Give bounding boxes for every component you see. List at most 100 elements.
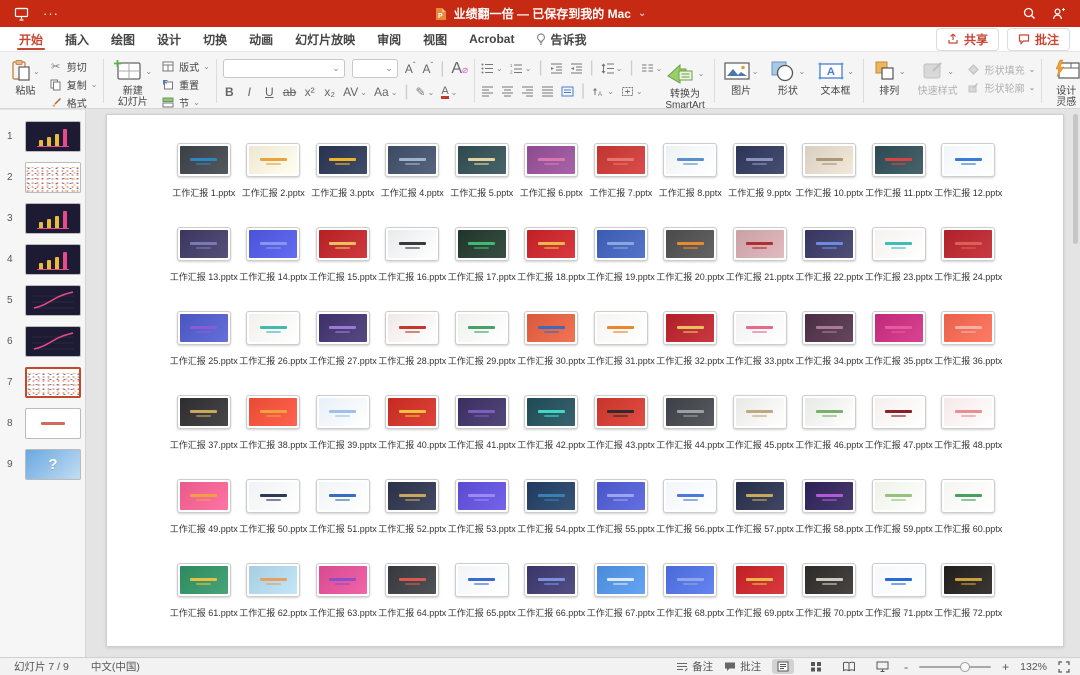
file-item[interactable]: 工作汇报 20.pptx [656, 227, 726, 311]
tab-绘图[interactable]: 绘图 [100, 27, 146, 51]
file-item[interactable]: 工作汇报 11.pptx [864, 143, 934, 227]
align-text-button[interactable]: ⌄ [621, 86, 643, 97]
file-item[interactable]: 工作汇报 50.pptx [239, 479, 309, 563]
reading-view-button[interactable] [838, 659, 860, 674]
tab-Acrobat[interactable]: Acrobat [458, 27, 525, 51]
numbering-button[interactable]: 1 2 ⌄ [510, 63, 532, 74]
distribute-text-button[interactable] [561, 86, 574, 97]
titlebar-overflow-menu[interactable]: ··· [43, 6, 59, 21]
file-item[interactable]: 工作汇报 46.pptx [795, 395, 865, 479]
shrink-font-button[interactable]: Aˇ [423, 61, 434, 76]
superscript-button[interactable]: x² [303, 85, 316, 99]
line-spacing-button[interactable]: ⌄ [601, 62, 622, 74]
file-item[interactable]: 工作汇报 28.pptx [378, 311, 448, 395]
file-item[interactable]: 工作汇报 8.pptx [656, 143, 726, 227]
insert-textbox-button[interactable]: A ⌄ 文本框 [814, 57, 857, 98]
slide-canvas[interactable]: 工作汇报 1.pptx 工作汇报 2.pptx 工作汇报 3.pptx 工作汇报 4.… [106, 114, 1064, 647]
slideshow-view-button[interactable] [871, 659, 893, 674]
search-icon[interactable] [1023, 7, 1036, 20]
file-item[interactable]: 工作汇报 35.pptx [864, 311, 934, 395]
insert-shapes-button[interactable]: ⌄ 形状 [767, 57, 808, 98]
file-item[interactable]: 工作汇报 30.pptx [517, 311, 587, 395]
tab-开始[interactable]: 开始 [8, 27, 54, 51]
italic-button[interactable]: I [243, 85, 256, 99]
arrange-button[interactable]: ⌄ 排列 [870, 57, 909, 98]
slide-thumb-row-4[interactable]: 4 [0, 239, 85, 280]
file-item[interactable]: 工作汇报 44.pptx [656, 395, 726, 479]
file-item[interactable]: 工作汇报 13.pptx [169, 227, 239, 311]
slide-thumbnail-7[interactable] [25, 367, 81, 398]
slide-thumb-row-1[interactable]: 1 [0, 116, 85, 157]
convert-to-smartart-button[interactable]: ⌄ 转换为 SmartArt [662, 59, 707, 112]
font-size-combobox[interactable]: ⌄ [351, 59, 398, 78]
file-item[interactable]: 工作汇报 65.pptx [447, 563, 517, 646]
file-item[interactable]: 工作汇报 68.pptx [656, 563, 726, 646]
file-item[interactable]: 工作汇报 71.pptx [864, 563, 934, 646]
file-item[interactable]: 工作汇报 62.pptx [239, 563, 309, 646]
file-item[interactable]: 工作汇报 53.pptx [447, 479, 517, 563]
file-item[interactable]: 工作汇报 27.pptx [308, 311, 378, 395]
file-item[interactable]: 工作汇报 61.pptx [169, 563, 239, 646]
grow-font-button[interactable]: Aˆ [405, 61, 416, 76]
font-color-button[interactable]: A ⌄ [441, 85, 457, 99]
file-item[interactable]: 工作汇报 16.pptx [378, 227, 448, 311]
paste-button[interactable]: ⌄ 粘贴 [8, 57, 43, 98]
change-case-button[interactable]: Aa ⌄ [374, 85, 397, 99]
comments-toggle[interactable]: 批注 [724, 659, 761, 674]
slide-thumb-row-8[interactable]: 8 [0, 403, 85, 444]
file-item[interactable]: 工作汇报 22.pptx [795, 227, 865, 311]
file-item[interactable]: 工作汇报 3.pptx [308, 143, 378, 227]
bullets-button[interactable]: ⌄ [481, 63, 503, 74]
file-item[interactable]: 工作汇报 26.pptx [239, 311, 309, 395]
character-spacing-button[interactable]: AV ⌄ [343, 85, 367, 99]
slide-thumbnail-1[interactable] [25, 121, 81, 152]
justify-button[interactable] [541, 86, 554, 97]
file-item[interactable]: 工作汇报 41.pptx [447, 395, 517, 479]
file-item[interactable]: 工作汇报 58.pptx [795, 479, 865, 563]
file-item[interactable]: 工作汇报 36.pptx [934, 311, 1004, 395]
file-item[interactable]: 工作汇报 66.pptx [517, 563, 587, 646]
file-item[interactable]: 工作汇报 43.pptx [586, 395, 656, 479]
file-item[interactable]: 工作汇报 59.pptx [864, 479, 934, 563]
share-button[interactable]: 共享 [935, 27, 999, 51]
file-item[interactable]: 工作汇报 31.pptx [586, 311, 656, 395]
file-item[interactable]: 工作汇报 34.pptx [795, 311, 865, 395]
file-item[interactable]: 工作汇报 14.pptx [239, 227, 309, 311]
normal-view-button[interactable] [772, 659, 795, 674]
share-user-icon[interactable] [1052, 7, 1066, 20]
file-item[interactable]: 工作汇报 48.pptx [934, 395, 1004, 479]
slide-sorter-view-button[interactable] [805, 659, 827, 674]
font-name-combobox[interactable]: ⌄ [222, 59, 345, 78]
file-item[interactable]: 工作汇报 57.pptx [725, 479, 795, 563]
slide-thumb-row-3[interactable]: 3 [0, 198, 85, 239]
file-item[interactable]: 工作汇报 15.pptx [308, 227, 378, 311]
text-direction-button[interactable]: A ⌄ [592, 86, 614, 97]
file-item[interactable]: 工作汇报 4.pptx [378, 143, 448, 227]
file-item[interactable]: 工作汇报 10.pptx [795, 143, 865, 227]
file-item[interactable]: 工作汇报 49.pptx [169, 479, 239, 563]
file-item[interactable]: 工作汇报 9.pptx [725, 143, 795, 227]
zoom-slider-thumb[interactable] [960, 661, 971, 672]
file-item[interactable]: 工作汇报 60.pptx [934, 479, 1004, 563]
tab-告诉我[interactable]: 告诉我 [525, 27, 597, 51]
comments-button[interactable]: 批注 [1006, 27, 1070, 51]
file-item[interactable]: 工作汇报 33.pptx [725, 311, 795, 395]
increase-indent-button[interactable] [570, 63, 583, 74]
text-highlight-button[interactable]: ✎ ⌄ [416, 85, 435, 99]
tab-动画[interactable]: 动画 [238, 27, 284, 51]
file-item[interactable]: 工作汇报 32.pptx [656, 311, 726, 395]
file-item[interactable]: 工作汇报 39.pptx [308, 395, 378, 479]
slide-thumbnail-3[interactable] [25, 203, 81, 234]
file-item[interactable]: 工作汇报 5.pptx [447, 143, 517, 227]
zoom-slider[interactable] [919, 661, 992, 672]
file-item[interactable]: 工作汇报 52.pptx [378, 479, 448, 563]
file-item[interactable]: 工作汇报 67.pptx [586, 563, 656, 646]
align-center-button[interactable] [501, 86, 514, 97]
file-item[interactable]: 工作汇报 37.pptx [169, 395, 239, 479]
slide-thumb-row-7[interactable]: 7 [0, 362, 85, 403]
bold-button[interactable]: B [223, 85, 236, 99]
tab-插入[interactable]: 插入 [54, 27, 100, 51]
zoom-in-button[interactable]: + [1002, 660, 1009, 674]
file-item[interactable]: 工作汇报 64.pptx [378, 563, 448, 646]
file-item[interactable]: 工作汇报 6.pptx [517, 143, 587, 227]
